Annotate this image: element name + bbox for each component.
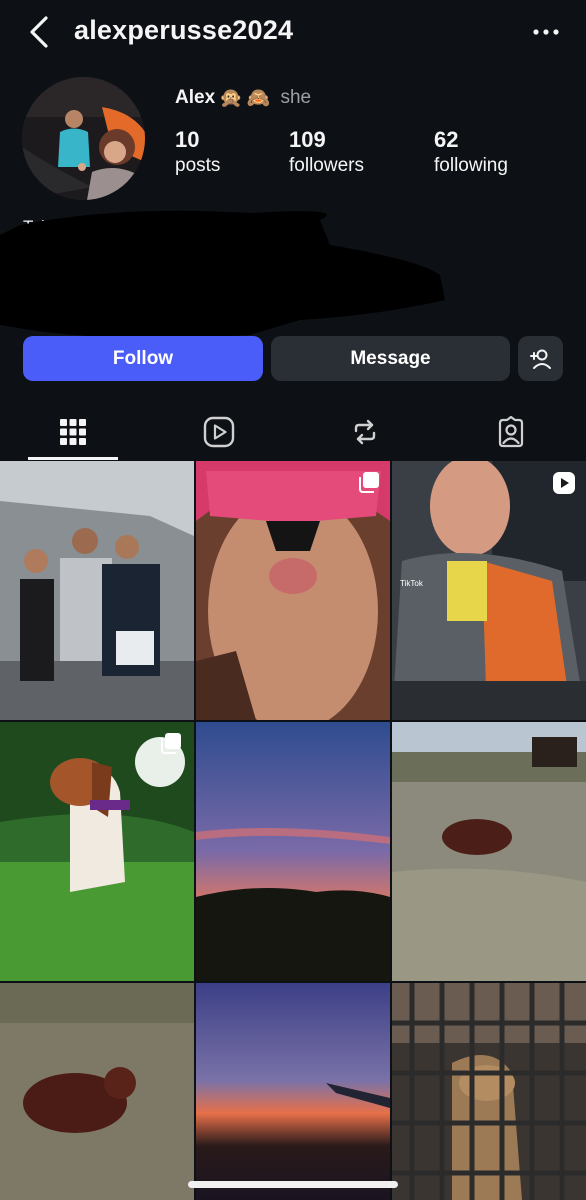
profile-tabs — [0, 404, 586, 460]
tab-reposts[interactable] — [292, 404, 438, 460]
reel-icon — [552, 471, 576, 495]
stat-value: 10 — [175, 127, 200, 152]
stat-label: following — [434, 155, 508, 176]
monkey-speak-no-evil-icon: 🙊 — [219, 88, 243, 109]
stat-followers[interactable]: 109 followers — [289, 127, 364, 177]
post-thumbnail[interactable] — [392, 983, 586, 1200]
tab-reels[interactable] — [146, 404, 292, 460]
grid-icon — [60, 419, 86, 445]
post-thumbnail[interactable] — [392, 722, 586, 981]
carousel-icon — [160, 732, 182, 754]
more-horizontal-icon[interactable] — [530, 18, 562, 46]
stat-following[interactable]: 62 following — [434, 127, 508, 177]
reposts-icon — [354, 419, 376, 445]
add-user-button[interactable] — [518, 336, 563, 381]
pronoun: she — [280, 87, 312, 108]
follow-button[interactable]: Follow — [23, 336, 263, 381]
tab-posts[interactable] — [0, 404, 146, 460]
chevron-left-icon[interactable] — [26, 14, 54, 50]
profile-username: alexperusse2024 — [74, 15, 294, 45]
reels-icon — [203, 416, 235, 448]
add-user-icon — [529, 349, 551, 369]
post-thumbnail[interactable]: TikTok — [392, 461, 586, 720]
home-indicator[interactable] — [188, 1181, 398, 1188]
display-name-row: Alex 🙊 🙈 she — [175, 86, 311, 110]
stat-value: 62 — [434, 127, 459, 152]
post-thumbnail[interactable] — [196, 722, 390, 981]
redaction-scribble — [0, 205, 450, 345]
post-thumbnail[interactable] — [196, 983, 390, 1200]
stat-label: posts — [175, 155, 221, 176]
post-thumbnail[interactable] — [0, 461, 194, 720]
stat-posts[interactable]: 10 posts — [175, 127, 220, 177]
monkey-see-no-evil-icon: 🙈 — [246, 88, 271, 109]
tiktok-watermark: TikTok — [400, 579, 423, 588]
top-bar: alexperusse2024 — [0, 0, 586, 64]
avatar[interactable] — [22, 77, 145, 200]
display-name: Alex — [175, 87, 216, 108]
tagged-icon — [498, 416, 524, 448]
stat-value: 109 — [289, 127, 326, 152]
carousel-icon — [358, 471, 380, 493]
post-thumbnail[interactable] — [196, 461, 390, 720]
post-thumbnail[interactable] — [0, 983, 194, 1200]
post-thumbnail[interactable] — [0, 722, 194, 981]
selected-tab-indicator — [28, 457, 118, 460]
message-button[interactable]: Message — [271, 336, 510, 381]
stat-label: followers — [289, 155, 364, 176]
tab-tagged[interactable] — [438, 404, 584, 460]
